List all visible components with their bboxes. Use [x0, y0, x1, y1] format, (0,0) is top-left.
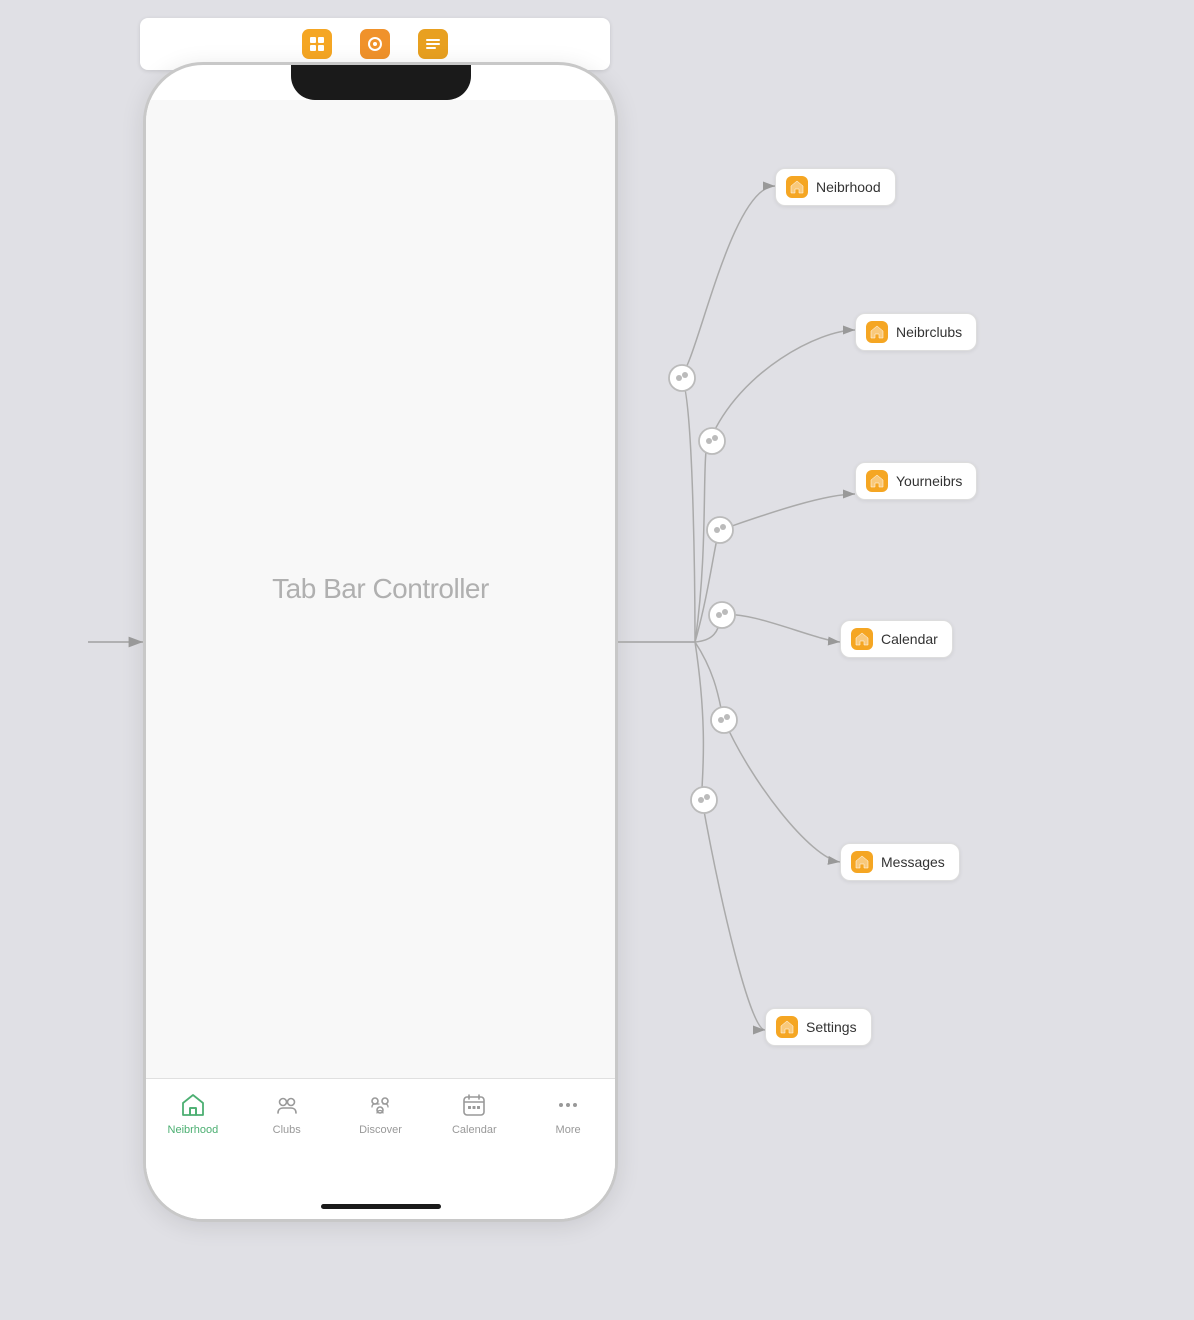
- yourneibrs-node-icon: [866, 470, 888, 492]
- tab-discover[interactable]: Discover: [334, 1091, 428, 1136]
- tab-bar: Neibrhood Clubs: [146, 1078, 615, 1193]
- node-neibrclubs[interactable]: Neibrclubs: [855, 313, 977, 351]
- clubs-icon: [269, 1091, 305, 1119]
- phone-notch: [291, 65, 471, 100]
- node-calendar-label: Calendar: [881, 631, 938, 647]
- screen-title: Tab Bar Controller: [272, 573, 489, 605]
- messages-node-icon: [851, 851, 873, 873]
- node-neibrhood[interactable]: Neibrhood: [775, 168, 896, 206]
- node-yourneibrs[interactable]: Yourneibrs: [855, 462, 977, 500]
- toolbar-icon-3[interactable]: [418, 29, 448, 59]
- tab-neibrhood[interactable]: Neibrhood: [146, 1091, 240, 1136]
- home-bar: [321, 1204, 441, 1209]
- node-neibrhood-label: Neibrhood: [816, 179, 881, 195]
- more-icon: [550, 1091, 586, 1119]
- tab-label-more: More: [556, 1124, 581, 1136]
- home-indicator: [146, 1193, 615, 1219]
- node-settings[interactable]: Settings: [765, 1008, 872, 1046]
- tab-label-calendar: Calendar: [452, 1124, 497, 1136]
- phone-screen: Tab Bar Controller Neibrhood: [146, 100, 615, 1219]
- phone-frame: Tab Bar Controller Neibrhood: [143, 62, 618, 1222]
- tab-label-discover: Discover: [359, 1124, 402, 1136]
- tab-label-neibrhood: Neibrhood: [168, 1124, 219, 1136]
- calendar-icon: [456, 1091, 492, 1119]
- tab-calendar[interactable]: Calendar: [427, 1091, 521, 1136]
- tab-label-clubs: Clubs: [273, 1124, 301, 1136]
- node-yourneibrs-label: Yourneibrs: [896, 473, 962, 489]
- neibrhood-node-icon: [786, 176, 808, 198]
- phone-content-area: Tab Bar Controller: [146, 100, 615, 1078]
- neibrhood-icon: [175, 1091, 211, 1119]
- toolbar-icon-1[interactable]: [302, 29, 332, 59]
- tab-more[interactable]: More: [521, 1091, 615, 1136]
- tab-clubs[interactable]: Clubs: [240, 1091, 334, 1136]
- calendar-node-icon: [851, 628, 873, 650]
- node-settings-label: Settings: [806, 1019, 857, 1035]
- node-calendar[interactable]: Calendar: [840, 620, 953, 658]
- node-messages-label: Messages: [881, 854, 945, 870]
- discover-icon: [362, 1091, 398, 1119]
- node-neibrclubs-label: Neibrclubs: [896, 324, 962, 340]
- node-messages[interactable]: Messages: [840, 843, 960, 881]
- settings-node-icon: [776, 1016, 798, 1038]
- neibrclubs-node-icon: [866, 321, 888, 343]
- toolbar-icon-2[interactable]: [360, 29, 390, 59]
